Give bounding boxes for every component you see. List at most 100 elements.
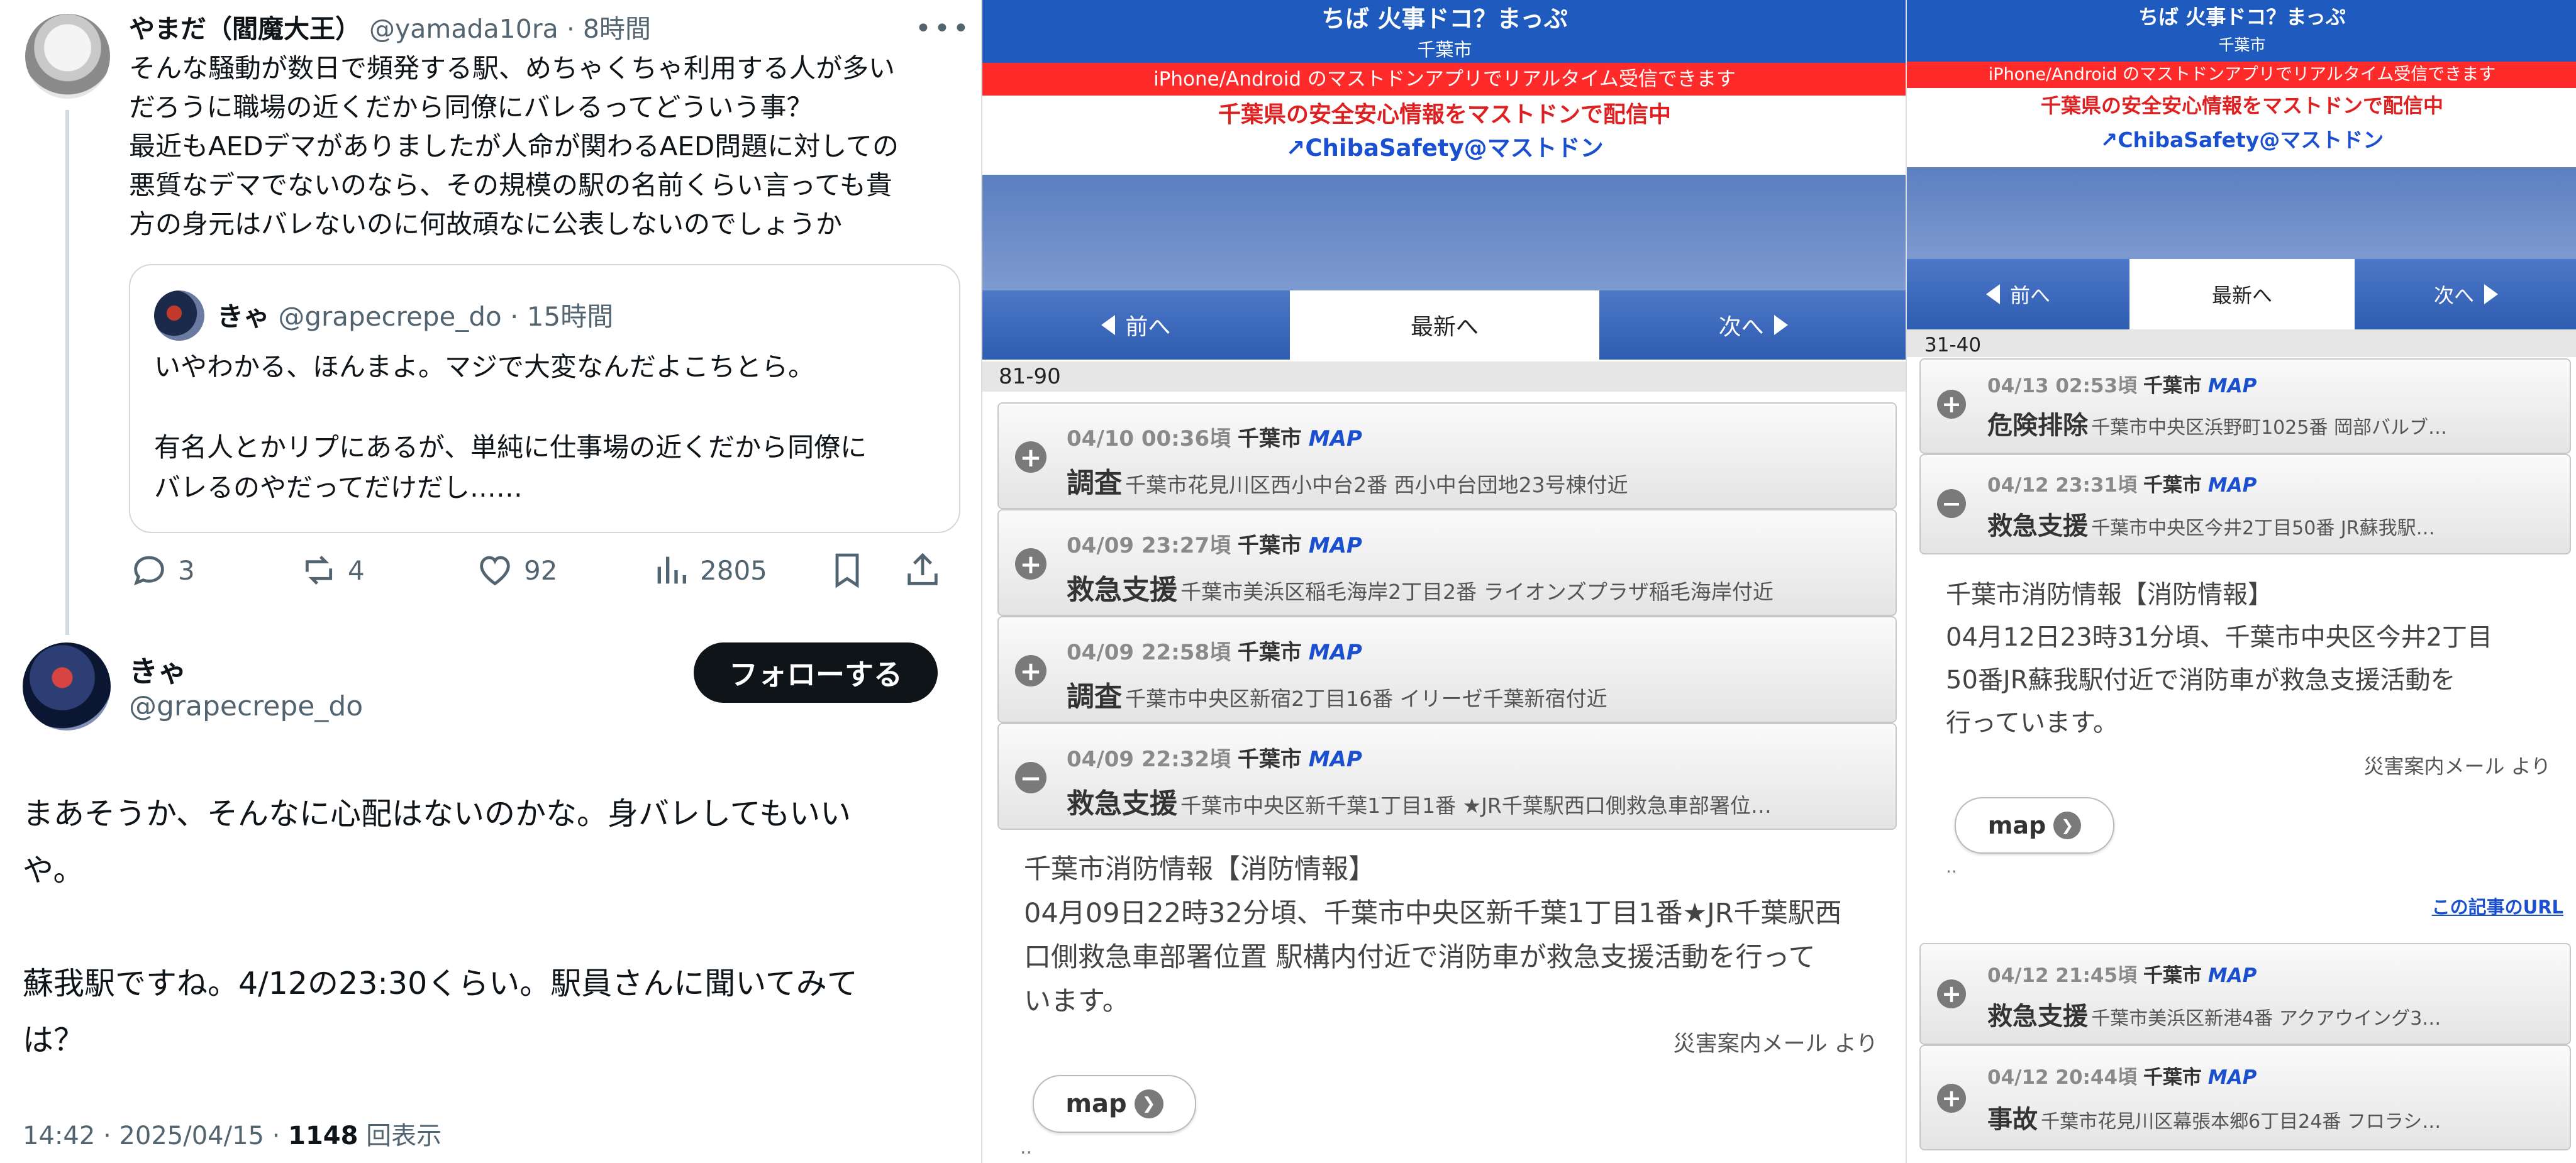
incident-type: 危険排除 [1987,411,2088,440]
chevron-right-icon: ❯ [2053,812,2082,839]
reply-author-name[interactable]: きゃ [129,649,187,690]
incident-body: 調査 千葉市花見川区西小中台2番 西小中台団地23号棟付近 [1067,460,1884,500]
incident-item[interactable]: + 04/10 00:36頃 千葉市 MAP 調査 千葉市花見川区西小中台2番 … [997,402,1897,509]
incident-type: 救急支援 [1067,788,1177,820]
prev-button[interactable]: 前へ [1907,259,2131,329]
mastodon-link-label: ChibaSafety@マストドン [1305,135,1604,162]
quote-header: きゃ @grapecrepe_do · 15時間 [217,295,613,334]
separator: · [558,14,583,44]
tweet-line: だろうに職場の近くだから同僚にバレるってどういう事？ [129,92,813,123]
incident-item[interactable]: + 04/12 21:45頃 千葉市 MAP 救急支援 千葉市美浜区新港4番 ア… [1919,943,2571,1045]
latest-button[interactable]: 最新へ [1291,290,1600,360]
incident-header: 04/13 02:53頃 千葉市 MAP [1987,370,2257,398]
like-button[interactable]: 92 [475,550,557,590]
retweet-button[interactable]: 4 [299,550,365,590]
app-banner[interactable]: iPhone/Android のマストドンアプリでリアルタイム受信できます [1907,62,2576,88]
quote-time: 15時間 [526,301,614,332]
incident-header: 04/10 00:36頃 千葉市 MAP [1067,421,1362,452]
views-button[interactable]: 2805 [651,550,767,590]
prev-arrow-icon [1101,315,1116,335]
pager-nav: 前へ 最新へ 次へ [982,290,1907,360]
article-url-link[interactable]: この記事のURL [2432,893,2563,919]
latest-button[interactable]: 最新へ [2131,259,2355,329]
incident-body: 調査 千葉市中央区新宿2丁目16番 イリーゼ千葉新宿付近 [1067,674,1884,714]
prev-label: 前へ [2009,284,2050,307]
quote-line: 有名人とかリプにあるが、単純に仕事場の近くだから同僚に [154,432,867,463]
map-tag[interactable]: MAP [1309,426,1362,451]
quote-text: いやわかる、ほんまよ。マジで大変なんだよこちとら。 有名人とかリプにあるが、単純… [154,347,947,508]
incident-item[interactable]: + 04/09 23:27頃 千葉市 MAP 救急支援 千葉市美浜区稲毛海岸2丁… [997,509,1897,616]
incident-type: 救急支援 [1067,574,1177,606]
map-tag[interactable]: MAP [2208,1066,2257,1089]
source-label: 災害案内メール より [2363,754,2551,778]
tweet-actions: 3 4 92 2805 [129,550,965,594]
incident-city: 千葉市 [2143,474,2202,497]
author-handle[interactable]: @yamada10ra [369,14,558,44]
incident-body: 救急支援 千葉市中央区新千葉1丁目1番 ★JR千葉駅西口側救急車部署位… [1067,781,1884,821]
external-link-icon: ↗ [2100,128,2118,152]
map-tag[interactable]: MAP [1309,747,1362,772]
author-name[interactable]: やまだ（閻魔大王） [129,14,361,44]
bookmark-button[interactable] [827,550,876,590]
map-tag[interactable]: MAP [2208,474,2257,497]
map-button[interactable]: map ❯ [1033,1075,1196,1133]
incident-item[interactable]: + 04/12 20:44頃 千葉市 MAP 事故 千葉市花見川区幕張本郷6丁目… [1919,1045,2571,1150]
incident-city: 千葉市 [2143,375,2202,397]
tweet-time[interactable]: 8時間 [583,14,651,44]
app-banner[interactable]: iPhone/Android のマストドンアプリでリアルタイム受信できます [982,63,1907,96]
follow-button[interactable]: フォローする [694,642,938,703]
next-button[interactable]: 次へ [2355,259,2576,329]
incident-type: 調査 [1067,467,1122,499]
incident-address: 千葉市中央区今井2丁目50番 JR蘇我駅… [2091,517,2435,539]
reply-line: や。 [23,852,84,888]
avatar[interactable] [23,642,111,730]
detail-line: 千葉市消防情報【消防情報】 [1024,854,1375,885]
prev-button[interactable]: 前へ [982,290,1291,360]
more-options-icon[interactable]: ••• [915,13,972,45]
incident-item[interactable]: + 04/09 22:58頃 千葉市 MAP 調査 千葉市中央区新宿2丁目16番… [997,616,1897,723]
incident-type: 事故 [1987,1105,2038,1134]
map-tag[interactable]: MAP [1309,640,1362,665]
incident-body: 事故 千葉市花見川区幕張本郷6丁目24番 フロラシ… [1987,1099,2560,1135]
reply-button[interactable]: 3 [129,550,195,590]
incident-date: 04/12 23:31頃 [1987,474,2138,497]
incident-city: 千葉市 [1237,640,1302,665]
next-arrow-icon [2484,284,2498,304]
incident-city: 千葉市 [1237,747,1302,772]
incident-body: 救急支援 千葉市中央区今井2丁目50番 JR蘇我駅… [1987,505,2560,542]
share-button[interactable] [902,550,952,590]
info-text: 千葉県の安全安心情報をマストドンで配信中 [1218,102,1671,128]
incident-item[interactable]: − 04/09 22:32頃 千葉市 MAP 救急支援 千葉市中央区新千葉1丁目… [997,723,1897,830]
avatar[interactable] [25,14,110,99]
map-tag[interactable]: MAP [2208,964,2257,987]
next-button[interactable]: 次へ [1599,290,1907,360]
like-count: 92 [524,554,558,586]
heart-icon [480,556,510,586]
map-button-label: map [1987,812,2046,839]
tweet-line: 悪質なデマでないのなら、その規模の駅の名前くらい言っても貴 [129,170,892,201]
incident-address: 千葉市花見川区幕張本郷6丁目24番 フロラシ… [2041,1111,2441,1133]
next-label: 次へ [2433,284,2474,307]
incident-item[interactable]: + 04/13 02:53頃 千葉市 MAP 危険排除 千葉市中央区浜野町102… [1919,358,2571,454]
mastodon-link[interactable]: ↗ChibaSafety@マストドン [982,132,1907,165]
mastodon-link[interactable]: ↗ChibaSafety@マストドン [1907,126,2576,155]
map-button[interactable]: map ❯ [1955,797,2114,854]
tweet-meta: 14:42 · 2025/04/15 · 1148 回表示 [23,1115,441,1152]
incident-type: 救急支援 [1987,1002,2088,1031]
incident-address: 千葉市中央区新千葉1丁目1番 ★JR千葉駅西口側救急車部署位… [1180,793,1772,818]
reply-text: まあそうか、そんなに心配はないのかな。身バレしてもいい や。 蘇我駅ですね。4/… [23,786,966,1069]
map-tag[interactable]: MAP [1309,533,1362,558]
incident-header: 04/09 23:27頃 千葉市 MAP [1067,528,1362,559]
views-number: 1148 [288,1122,358,1150]
incident-item[interactable]: − 04/12 23:31頃 千葉市 MAP 救急支援 千葉市中央区今井2丁目5… [1919,454,2571,554]
reply-author-handle[interactable]: @grapecrepe_do [129,690,363,722]
retweet-count: 4 [348,554,365,586]
bookmark-icon [835,553,859,588]
incident-date: 04/12 20:44頃 [1987,1066,2138,1089]
map-tag[interactable]: MAP [2208,375,2257,397]
tweet-line: 方の身元はバレないのに何故頑なに公表しないのでしょうか [129,209,843,240]
quoted-tweet[interactable]: きゃ @grapecrepe_do · 15時間 いやわかる、ほんまよ。マジで大… [129,264,960,533]
expand-icon: + [1015,548,1046,580]
collapse-icon: − [1937,489,1966,518]
detail-line: 04月12日23時31分頃、千葉市中央区今井2丁目 [1946,623,2493,652]
